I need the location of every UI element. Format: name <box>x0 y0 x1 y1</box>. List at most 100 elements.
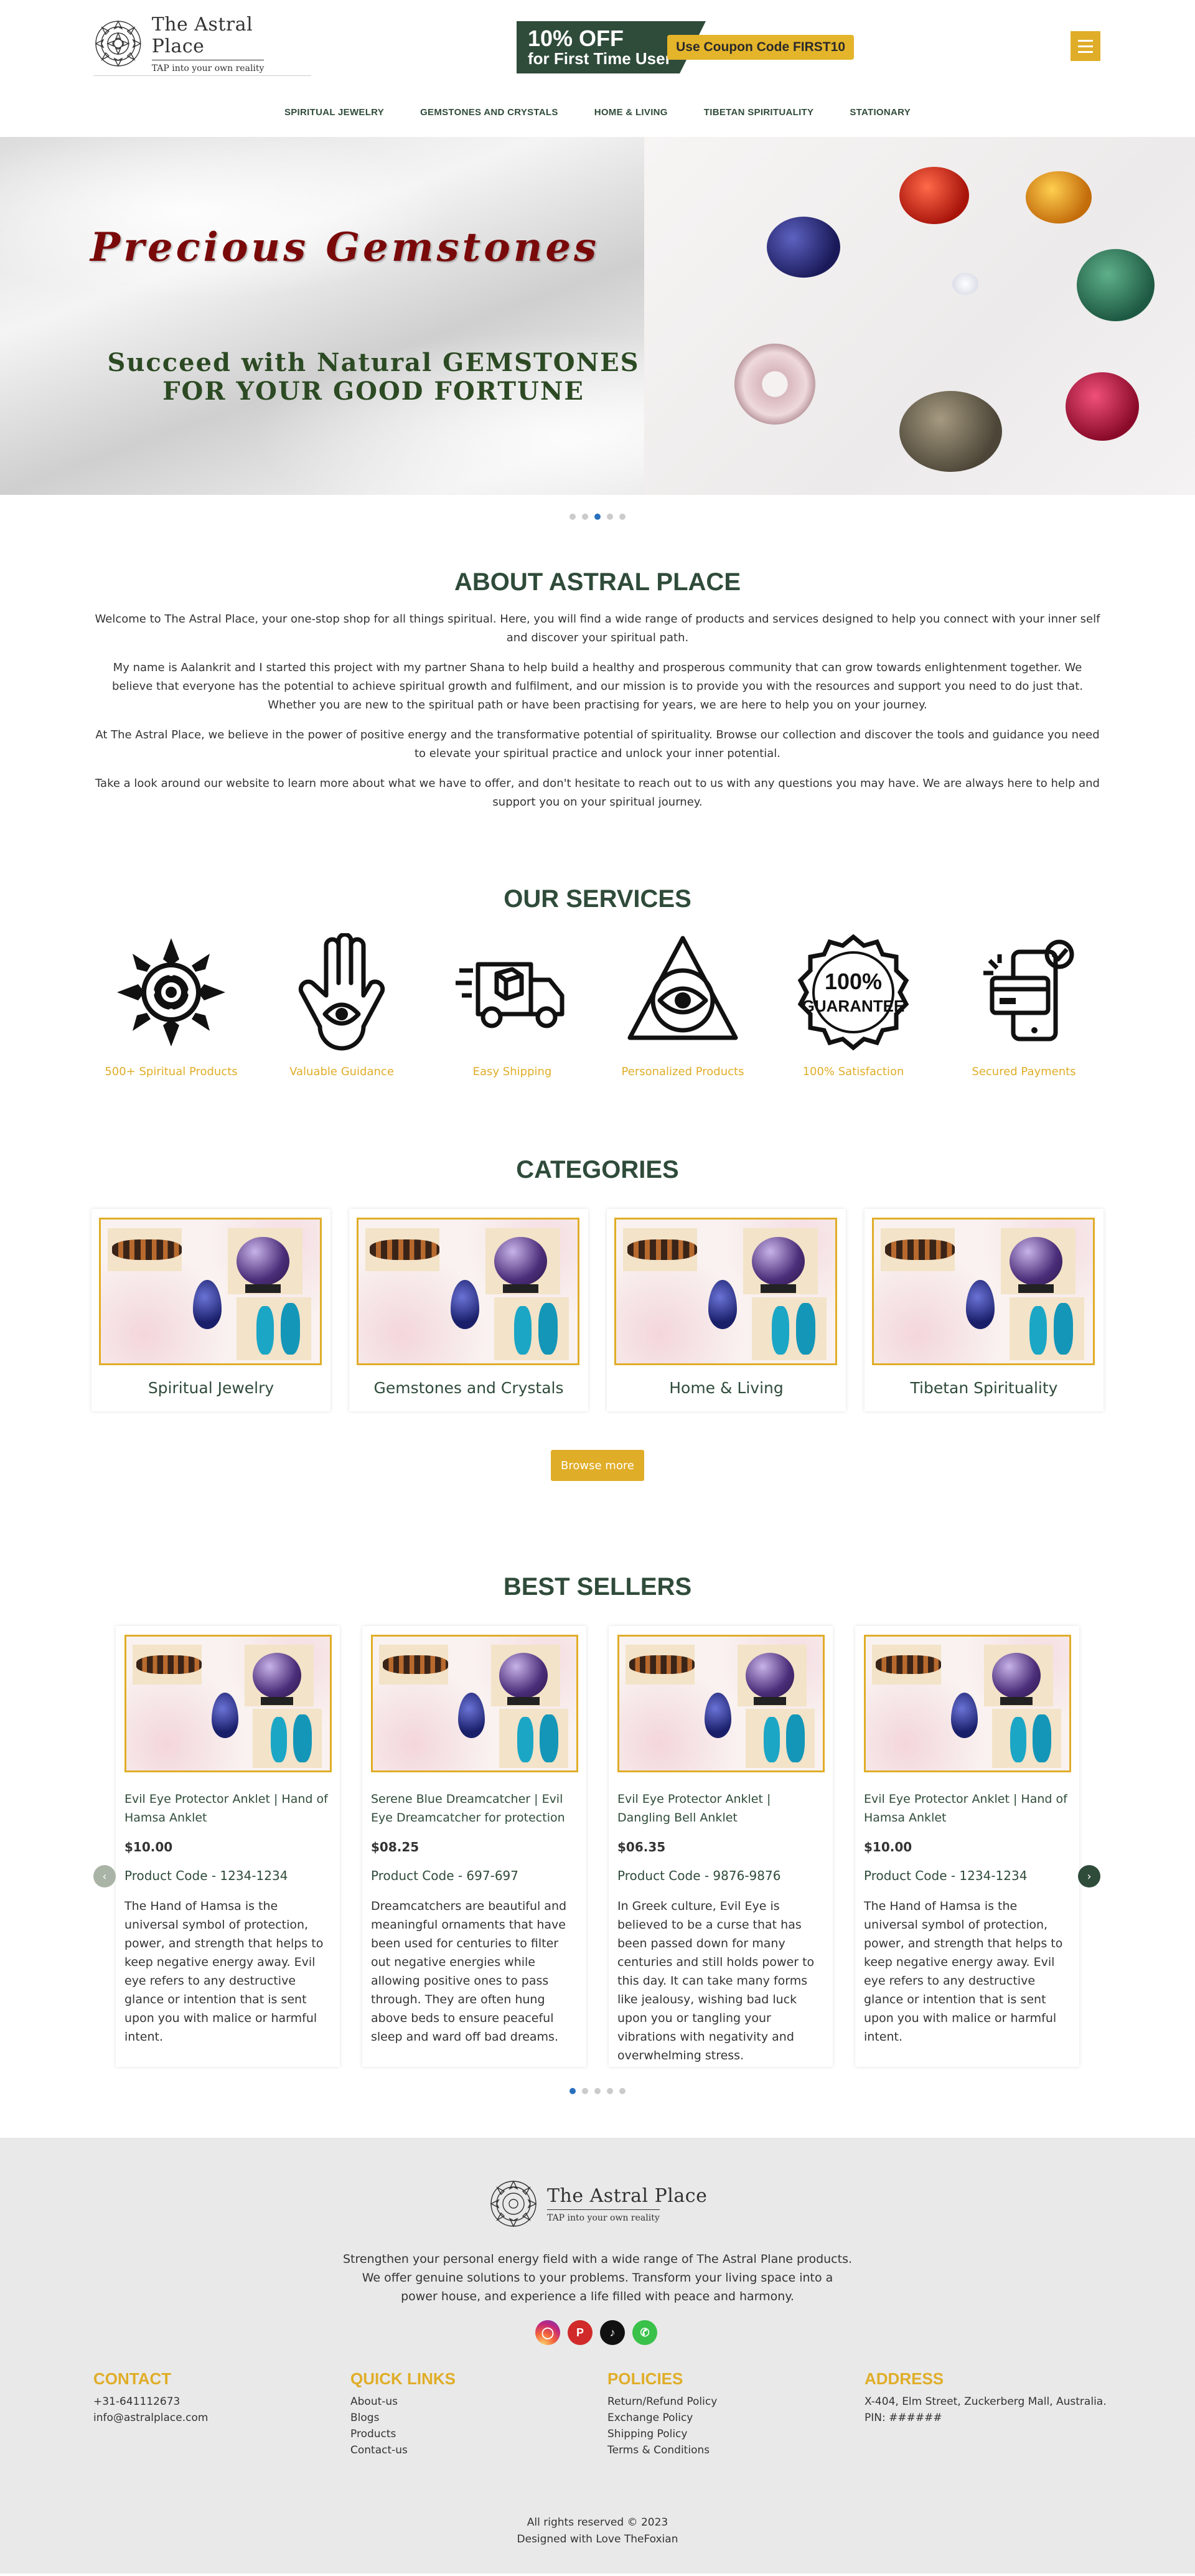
contact-email[interactable]: info@astralplace.com <box>93 2410 350 2426</box>
best-sellers-section: BEST SELLERS Evil Eye Protector Anklet |… <box>0 1573 1195 2094</box>
bs-dot-5[interactable] <box>619 2088 626 2094</box>
footer-link-return-refund[interactable]: Return/Refund Policy <box>607 2394 865 2410</box>
logo-tagline: TAP into your own reality <box>151 59 264 73</box>
hero-dot-4[interactable] <box>607 514 613 520</box>
footer-logo[interactable]: The Astral Place TAP into your own reali… <box>489 2179 707 2229</box>
hamburger-menu-button[interactable] <box>1071 31 1100 61</box>
menu-bar <box>1078 50 1093 53</box>
services-section: OUR SERVICES 500+ Spiritual Products Val… <box>0 885 1195 1078</box>
footer-link-blogs[interactable]: Blogs <box>350 2410 607 2426</box>
product-description: The Hand of Hamsa is the universal symbo… <box>864 1899 1063 2044</box>
nav-spiritual-jewelry[interactable]: SPIRITUAL JEWELRY <box>284 107 384 118</box>
categories-section: CATEGORIES Spiritual Jewelry Gemstones an… <box>0 1156 1195 1481</box>
product-code: Product Code - 697-697 <box>371 1868 518 1883</box>
best-sellers-title: BEST SELLERS <box>503 1573 692 1601</box>
address-pin: PIN: ###### <box>865 2412 942 2424</box>
hero-dot-2[interactable] <box>582 514 588 520</box>
product-name[interactable]: Evil Eye Protector Anklet | Dangling Bel… <box>617 1790 825 1827</box>
truck-icon <box>456 962 565 1028</box>
product-description: In Greek culture, Evil Eye is believed t… <box>617 1899 815 2062</box>
carousel-prev-button[interactable]: ‹ <box>93 1865 116 1887</box>
footer-link-terms[interactable]: Terms & Conditions <box>607 2442 865 2458</box>
hero-dot-5[interactable] <box>619 514 626 520</box>
instagram-icon[interactable]: ◯ <box>535 2320 560 2345</box>
hero-carousel-dots <box>0 514 1195 520</box>
hero-banner[interactable]: Precious Gemstones Succeed with Natural … <box>0 137 1195 495</box>
eye-triangle-icon <box>627 936 738 1040</box>
tiktok-icon[interactable]: ♪ <box>600 2320 625 2345</box>
site-logo[interactable]: The Astral Place TAP into your own reali… <box>93 11 311 76</box>
product-card[interactable]: Serene Blue Dreamcatcher | Evil Eye Drea… <box>362 1626 586 2067</box>
product-code: Product Code - 1234-1234 <box>124 1868 288 1883</box>
category-name: Home & Living <box>669 1379 784 1397</box>
hero-dot-1[interactable] <box>569 514 576 520</box>
promo-discount: 10% OFF <box>528 26 624 52</box>
footer-address-title: ADDRESS <box>865 2369 944 2388</box>
product-card[interactable]: Evil Eye Protector Anklet | Hand of Hams… <box>116 1626 340 2067</box>
bs-dot-1[interactable] <box>569 2088 576 2094</box>
category-image <box>357 1218 579 1365</box>
whatsapp-icon[interactable]: ✆ <box>632 2320 657 2345</box>
nav-home-living[interactable]: HOME & LIVING <box>594 107 668 118</box>
category-card[interactable]: Tibetan Spirituality <box>865 1209 1104 1411</box>
menu-bar <box>1078 39 1093 42</box>
nav-gemstones-crystals[interactable]: GEMSTONES AND CRYSTALS <box>420 107 558 118</box>
hero-title: Precious Gemstones <box>90 224 600 271</box>
product-code: Product Code - 1234-1234 <box>864 1868 1028 1883</box>
footer-contact-title: CONTACT <box>93 2369 172 2388</box>
nav-tibetan-spirituality[interactable]: TIBETAN SPIRITUALITY <box>704 107 814 118</box>
menu-bar <box>1078 45 1093 47</box>
service-label: Valuable Guidance <box>289 1065 394 1078</box>
footer-policies: POLICIES Return/Refund Policy Exchange P… <box>607 2369 865 2458</box>
product-name[interactable]: Evil Eye Protector Anklet | Hand of Hams… <box>864 1790 1072 1827</box>
contact-phone[interactable]: +31-641112673 <box>93 2394 350 2410</box>
product-price: $10.00 <box>124 1840 173 1854</box>
footer-logo-title: The Astral Place <box>547 2184 708 2207</box>
product-card[interactable]: Evil Eye Protector Anklet | Dangling Bel… <box>609 1626 833 2067</box>
category-name: Spiritual Jewelry <box>148 1379 274 1397</box>
footer-link-exchange[interactable]: Exchange Policy <box>607 2410 865 2426</box>
category-card[interactable]: Gemstones and Crystals <box>349 1209 588 1411</box>
about-paragraph: Take a look around our website to learn … <box>95 777 1100 809</box>
site-header: The Astral Place TAP into your own reali… <box>0 0 1195 87</box>
footer-contact: CONTACT +31-641112673 info@astralplace.c… <box>93 2369 350 2458</box>
footer-link-products[interactable]: Products <box>350 2426 607 2442</box>
product-name[interactable]: Serene Blue Dreamcatcher | Evil Eye Drea… <box>371 1790 579 1827</box>
service-label: 500+ Spiritual Products <box>105 1065 238 1078</box>
browse-more-button[interactable]: Browse more <box>551 1450 644 1481</box>
category-card[interactable]: Home & Living <box>607 1209 846 1411</box>
bs-dot-3[interactable] <box>594 2088 601 2094</box>
footer-quick-links-title: QUICK LINKS <box>350 2369 456 2388</box>
footer-link-about-us[interactable]: About-us <box>350 2394 607 2410</box>
designer-credit: Designed with Love TheFoxian <box>517 2533 678 2545</box>
secure-payment-icon <box>983 939 1074 1041</box>
promo-banner[interactable]: 10% OFF for First Time User Use Coupon C… <box>517 21 866 73</box>
categories-title: CATEGORIES <box>516 1156 679 1183</box>
footer-link-shipping[interactable]: Shipping Policy <box>607 2426 865 2442</box>
bs-dot-2[interactable] <box>582 2088 588 2094</box>
mandala-logo-icon <box>95 20 142 67</box>
hero-dot-3[interactable] <box>594 514 601 520</box>
service-item: Valuable Guidance <box>264 933 419 1078</box>
category-image <box>614 1218 837 1365</box>
mandala-icon <box>117 938 225 1046</box>
logo-title: The Astral Place <box>151 13 253 57</box>
product-description: The Hand of Hamsa is the universal symbo… <box>124 1899 324 2044</box>
best-sellers-carousel-dots <box>0 2088 1195 2094</box>
carousel-next-button[interactable]: › <box>1078 1865 1100 1887</box>
footer-link-contact-us[interactable]: Contact-us <box>350 2442 607 2458</box>
product-price: $06.35 <box>617 1840 666 1854</box>
product-card[interactable]: Evil Eye Protector Anklet | Hand of Hams… <box>855 1626 1079 2067</box>
svg-text:100%: 100% <box>825 969 882 994</box>
service-item: Secured Payments <box>946 933 1102 1078</box>
product-image <box>124 1635 332 1772</box>
pinterest-icon[interactable]: P <box>568 2320 593 2345</box>
category-card[interactable]: Spiritual Jewelry <box>91 1209 330 1411</box>
copyright: All rights reserved © 2023 Designed with… <box>0 2514 1195 2548</box>
product-name[interactable]: Evil Eye Protector Anklet | Hand of Hams… <box>124 1790 332 1827</box>
hamsa-icon <box>298 933 385 1051</box>
about-paragraph: My name is Aalankrit and I started this … <box>112 661 1083 712</box>
gemstone-red-coral <box>1066 372 1139 441</box>
nav-stationary[interactable]: STATIONARY <box>850 107 911 118</box>
bs-dot-4[interactable] <box>607 2088 613 2094</box>
